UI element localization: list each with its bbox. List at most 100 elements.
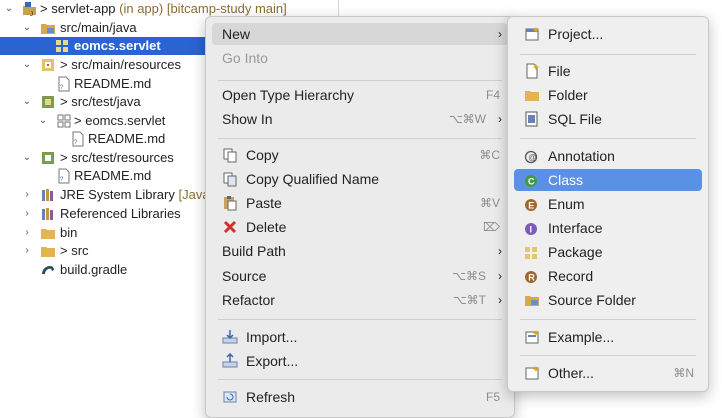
tree-label: src/test/java bbox=[71, 94, 141, 109]
submenu-item-file[interactable]: File bbox=[514, 60, 702, 82]
shortcut: F5 bbox=[485, 390, 500, 404]
submenu-item-class[interactable]: C Class bbox=[514, 169, 702, 191]
menu-item-copy-qualified-name[interactable]: Copy Qualified Name bbox=[212, 168, 508, 190]
tree-label: JRE System Library bbox=[60, 187, 175, 202]
chevron-right-icon: › bbox=[498, 293, 502, 307]
menu-label: Copy Qualified Name bbox=[246, 171, 380, 187]
library-icon bbox=[42, 189, 53, 201]
menu-item-export[interactable]: Export... bbox=[212, 350, 508, 372]
menu-item-delete[interactable]: Delete ⌦ bbox=[212, 216, 508, 238]
submenu-item-interface[interactable]: I Interface bbox=[514, 217, 702, 239]
other-icon bbox=[525, 366, 539, 380]
chevron-right-icon: › bbox=[498, 27, 502, 41]
shortcut: ⌘N bbox=[673, 366, 694, 380]
submenu-item-source-folder[interactable]: Source Folder bbox=[514, 289, 702, 311]
menu-item-refresh[interactable]: Refresh F5 bbox=[212, 386, 508, 408]
menu-label: Example... bbox=[548, 329, 615, 345]
twisty-closed-icon[interactable]: › bbox=[22, 205, 32, 223]
submenu-item-package[interactable]: Package bbox=[514, 241, 702, 263]
refresh-icon bbox=[223, 391, 237, 403]
source-folder-icon bbox=[41, 24, 55, 34]
menu-label: New bbox=[222, 26, 251, 42]
twisty-open-icon[interactable]: ⌄ bbox=[22, 19, 32, 37]
empty-package-icon bbox=[57, 114, 71, 128]
menu-item-paste[interactable]: Paste ⌘V bbox=[212, 192, 508, 214]
menu-label: Paste bbox=[246, 195, 282, 211]
svg-text:C: C bbox=[528, 177, 535, 187]
menu-label: Build Path bbox=[222, 243, 286, 259]
submenu-item-record[interactable]: R Record bbox=[514, 265, 702, 287]
shortcut: ⌘V bbox=[479, 196, 500, 210]
menu-item-show-in[interactable]: Show In ⌥⌘W › bbox=[212, 108, 508, 130]
tree-label: src bbox=[71, 243, 89, 258]
context-menu: New › Go Into Open Type Hierarchy F4 Sho… bbox=[205, 16, 515, 418]
tree-label: README.md bbox=[74, 168, 152, 183]
tree-label: src/main/java bbox=[60, 20, 137, 35]
vcs-marker: > bbox=[40, 1, 48, 16]
submenu-item-folder[interactable]: Folder bbox=[514, 84, 702, 106]
enum-icon: E bbox=[525, 199, 537, 211]
menu-item-import[interactable]: Import... bbox=[212, 326, 508, 348]
twisty-closed-icon[interactable]: › bbox=[22, 186, 32, 204]
record-icon: R bbox=[525, 271, 537, 283]
menu-separator bbox=[218, 319, 502, 320]
class-icon: C bbox=[525, 175, 537, 187]
twisty-open-icon[interactable]: ⌄ bbox=[22, 93, 32, 111]
submenu-item-sql-file[interactable]: SQL File bbox=[514, 108, 702, 130]
annotation-icon: @ bbox=[524, 150, 538, 164]
menu-item-go-into[interactable]: Go Into bbox=[212, 47, 508, 69]
twisty-open-icon[interactable]: ⌄ bbox=[22, 149, 32, 167]
tree-label: eomcs.servlet bbox=[85, 113, 166, 128]
shortcut: ⌥⌘T bbox=[452, 293, 486, 307]
submenu-item-enum[interactable]: E Enum bbox=[514, 193, 702, 215]
project-suffix: (in app) [bitcamp-study main] bbox=[115, 1, 287, 16]
menu-item-copy[interactable]: Copy ⌘C bbox=[212, 144, 508, 166]
folder-icon bbox=[41, 229, 55, 239]
shortcut: ⌥⌘S bbox=[452, 269, 486, 283]
markdown-file-icon: ? bbox=[72, 131, 84, 147]
package-icon bbox=[525, 247, 537, 259]
menu-item-build-path[interactable]: Build Path › bbox=[212, 240, 508, 262]
vcs-marker: > bbox=[74, 113, 82, 128]
folder-icon bbox=[41, 247, 55, 257]
submenu-item-example[interactable]: Example... bbox=[514, 326, 702, 348]
menu-label: Annotation bbox=[548, 148, 615, 164]
menu-label: Export... bbox=[246, 353, 299, 369]
menu-separator bbox=[520, 355, 696, 356]
tree-label: build.gradle bbox=[60, 262, 128, 277]
submenu-item-other[interactable]: Other... ⌘N bbox=[514, 362, 702, 384]
sql-file-icon bbox=[525, 111, 538, 127]
test-resource-folder-icon bbox=[42, 152, 54, 164]
menu-item-refactor[interactable]: Refactor ⌥⌘T › bbox=[212, 289, 508, 311]
submenu-item-annotation[interactable]: @ Annotation bbox=[514, 145, 702, 167]
chevron-right-icon: › bbox=[498, 244, 502, 258]
menu-separator bbox=[520, 319, 696, 320]
tree-label: bin bbox=[60, 225, 78, 240]
menu-label: Go Into bbox=[222, 50, 268, 66]
markdown-file-icon: ? bbox=[58, 168, 70, 184]
project-name: servlet-app bbox=[51, 1, 116, 16]
submenu-item-project[interactable]: Project... bbox=[514, 23, 702, 45]
chevron-right-icon: › bbox=[498, 269, 502, 283]
menu-label: Project... bbox=[548, 26, 604, 42]
resource-folder-icon bbox=[42, 59, 54, 71]
import-icon bbox=[222, 330, 238, 344]
twisty-open-icon[interactable]: ⌄ bbox=[38, 112, 48, 130]
tree-label: eomcs.servlet bbox=[74, 38, 161, 53]
menu-label: Class bbox=[548, 172, 584, 188]
menu-item-new[interactable]: New › bbox=[212, 23, 508, 45]
copy-icon bbox=[223, 148, 237, 163]
twisty-open-icon[interactable]: ⌄ bbox=[4, 0, 14, 18]
menu-separator bbox=[218, 138, 502, 139]
menu-item-open-type-hierarchy[interactable]: Open Type Hierarchy F4 bbox=[212, 84, 508, 106]
tree-label: README.md bbox=[88, 131, 166, 146]
vcs-marker: > bbox=[60, 150, 68, 165]
twisty-closed-icon[interactable]: › bbox=[22, 224, 32, 242]
shortcut: ⌘C bbox=[479, 148, 500, 162]
svg-text:R: R bbox=[528, 273, 535, 283]
menu-separator bbox=[520, 54, 696, 55]
twisty-open-icon[interactable]: ⌄ bbox=[22, 56, 32, 74]
svg-text:J: J bbox=[30, 12, 33, 17]
twisty-closed-icon[interactable]: › bbox=[22, 242, 32, 260]
menu-item-source[interactable]: Source ⌥⌘S › bbox=[212, 265, 508, 287]
